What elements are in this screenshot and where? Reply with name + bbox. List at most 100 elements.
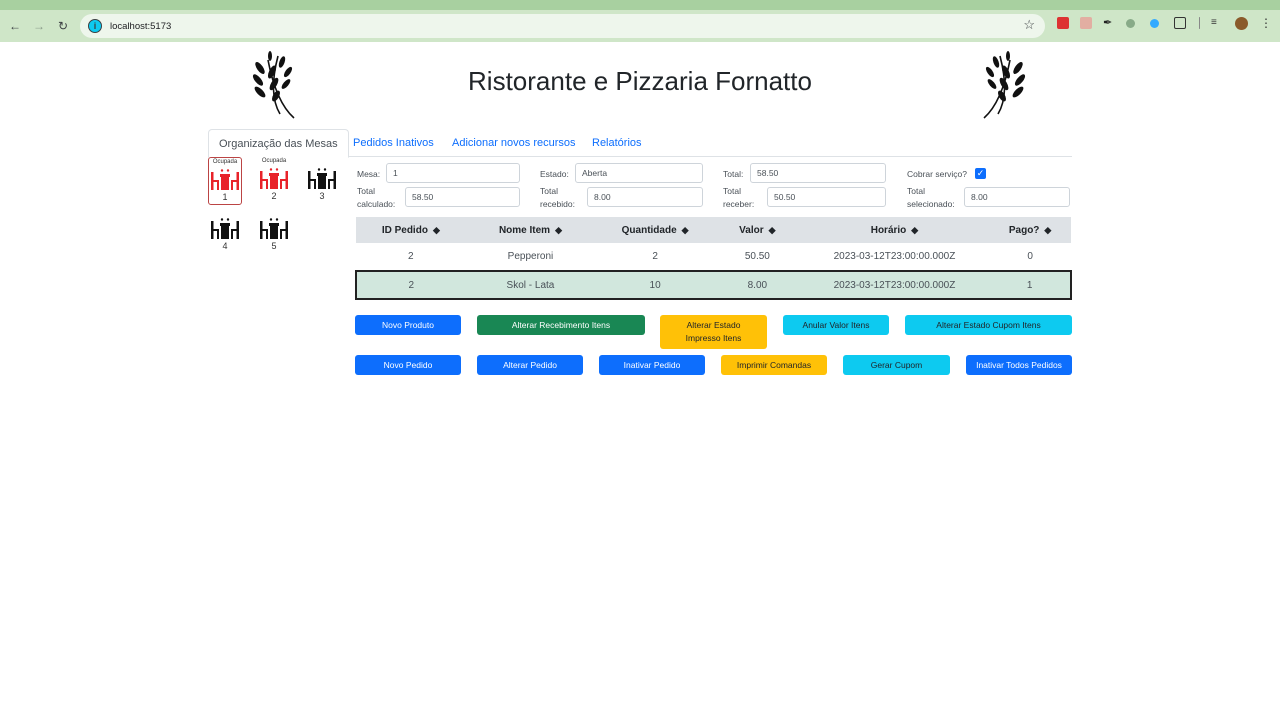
total-receber-field[interactable]: 50.50 bbox=[767, 187, 886, 207]
button-label: Alterar Estado bbox=[686, 320, 741, 330]
column-header-pago[interactable]: Pago? ◆ bbox=[989, 217, 1071, 243]
cell-nome: Skol - Lata bbox=[465, 270, 596, 300]
puzzle-icon[interactable] bbox=[1174, 17, 1186, 29]
mesa-status: Ocupada bbox=[212, 159, 238, 165]
novo-pedido-button[interactable]: Novo Pedido bbox=[355, 355, 461, 375]
table-row-selected[interactable]: 2 Skol - Lata 10 8.00 2023-03-12T23:00:0… bbox=[355, 270, 1072, 300]
mesa-status bbox=[257, 207, 291, 216]
gerar-cupom-button[interactable]: Gerar Cupom bbox=[843, 355, 950, 375]
wheat-icon bbox=[252, 51, 295, 119]
total-recebido-label: recebido: bbox=[540, 199, 575, 209]
mesa-table-4[interactable]: 4 bbox=[208, 207, 242, 255]
table-header-row: ID Pedido ◆ Nome Item ◆ Quantidade ◆ Valor ◆… bbox=[356, 217, 1071, 243]
pen-icon[interactable]: ✒ bbox=[1103, 17, 1115, 29]
total-recebido-label: Total bbox=[540, 186, 558, 196]
column-header-horario[interactable]: Horário ◆ bbox=[799, 217, 990, 243]
wheat-icon bbox=[983, 51, 1026, 119]
total-recebido-field[interactable]: 8.00 bbox=[587, 187, 703, 207]
site-info-icon[interactable]: i bbox=[88, 19, 102, 33]
sort-icon[interactable]: ◆ bbox=[555, 225, 562, 235]
pedidos-table: ID Pedido ◆ Nome Item ◆ Quantidade ◆ Valor ◆… bbox=[355, 217, 1072, 300]
mesa-field[interactable]: 1 bbox=[386, 163, 520, 183]
mesa-table-1[interactable]: Ocupada 1 bbox=[208, 157, 242, 205]
tab-pedidos-inativos[interactable]: Pedidos Inativos bbox=[343, 129, 444, 158]
estado-label: Estado: bbox=[540, 169, 569, 179]
cell-valor: 8.00 bbox=[714, 270, 800, 300]
cell-pago: 1 bbox=[989, 270, 1072, 300]
novo-produto-button[interactable]: Novo Produto bbox=[355, 315, 461, 335]
cell-id: 2 bbox=[355, 270, 466, 300]
total-calculado-label: Total bbox=[357, 186, 375, 196]
total-calculado-label: calculado: bbox=[357, 199, 396, 209]
browser-toolbar: ← → ↻ i localhost:5173 ☆ ✒ ≡ ⋮ bbox=[0, 10, 1280, 42]
cell-quantidade: 10 bbox=[595, 270, 715, 300]
mesa-status bbox=[208, 207, 242, 216]
tab-relatorios[interactable]: Relatórios bbox=[582, 129, 652, 158]
cell-nome: Pepperoni bbox=[465, 243, 596, 272]
column-header-quantidade[interactable]: Quantidade ◆ bbox=[595, 217, 715, 243]
mesa-number: 5 bbox=[271, 241, 277, 251]
total-receber-label: Total bbox=[723, 186, 741, 196]
dining-table-icon bbox=[260, 218, 288, 239]
cobrar-servico-checkbox[interactable]: ✓ bbox=[975, 168, 986, 179]
table-row[interactable]: 2 Pepperoni 2 50.50 2023-03-12T23:00:00.… bbox=[356, 243, 1071, 272]
total-label: Total: bbox=[723, 169, 744, 179]
dining-table-icon bbox=[211, 218, 239, 239]
url-text: localhost:5173 bbox=[110, 20, 172, 32]
mesa-label: Mesa: bbox=[357, 169, 381, 179]
cell-pago: 0 bbox=[989, 243, 1071, 272]
column-header-nome[interactable]: Nome Item ◆ bbox=[465, 217, 596, 243]
alterar-estado-cupom-button[interactable]: Alterar Estado Cupom Itens bbox=[905, 315, 1072, 335]
mesa-number: 1 bbox=[222, 192, 228, 202]
tab-organizacao-mesas[interactable]: Organização das Mesas bbox=[208, 129, 349, 158]
total-selecionado-label: Total bbox=[907, 186, 925, 196]
cell-id: 2 bbox=[356, 243, 466, 272]
dining-table-icon bbox=[211, 169, 239, 190]
extension-icon[interactable] bbox=[1126, 19, 1135, 28]
alterar-pedido-button[interactable]: Alterar Pedido bbox=[477, 355, 583, 375]
total-field[interactable]: 58.50 bbox=[750, 163, 886, 183]
kebab-menu-icon[interactable]: ⋮ bbox=[1260, 17, 1272, 29]
mesa-status: Ocupada bbox=[261, 158, 287, 164]
dining-table-icon bbox=[308, 168, 336, 189]
mesa-number: 3 bbox=[319, 191, 325, 201]
cell-quantidade: 2 bbox=[595, 243, 715, 272]
extension-icon[interactable] bbox=[1150, 19, 1159, 28]
mesa-table-5[interactable]: 5 bbox=[257, 207, 291, 255]
extension-icon[interactable] bbox=[1057, 17, 1069, 29]
cell-horario: 2023-03-12T23:00:00.000Z bbox=[799, 270, 990, 300]
estado-field[interactable]: Aberta bbox=[575, 163, 703, 183]
mesa-number: 4 bbox=[222, 241, 228, 251]
alterar-recebimento-button[interactable]: Alterar Recebimento Itens bbox=[477, 315, 645, 335]
mesa-status bbox=[305, 157, 339, 166]
sort-icon[interactable]: ◆ bbox=[911, 225, 918, 235]
reading-list-icon[interactable]: ≡ bbox=[1211, 17, 1223, 29]
inativar-todos-pedidos-button[interactable]: Inativar Todos Pedidos bbox=[966, 355, 1072, 375]
total-selecionado-field[interactable]: 8.00 bbox=[964, 187, 1070, 207]
sort-icon[interactable]: ◆ bbox=[682, 225, 689, 235]
address-bar[interactable]: i localhost:5173 ☆ bbox=[80, 14, 1045, 38]
sort-icon[interactable]: ◆ bbox=[433, 225, 440, 235]
mesa-table-3[interactable]: 3 bbox=[305, 157, 339, 205]
total-calculado-field[interactable]: 58.50 bbox=[405, 187, 520, 207]
imprimir-comandas-button[interactable]: Imprimir Comandas bbox=[721, 355, 827, 375]
arrow-left-icon[interactable]: ← bbox=[6, 17, 24, 35]
sort-icon[interactable]: ◆ bbox=[769, 225, 776, 235]
dining-table-icon bbox=[260, 168, 288, 189]
column-header-valor[interactable]: Valor ◆ bbox=[714, 217, 800, 243]
column-header-id[interactable]: ID Pedido ◆ bbox=[356, 217, 466, 243]
button-label: Impresso Itens bbox=[685, 333, 742, 343]
alterar-estado-impresso-button[interactable]: Alterar Estado Impresso Itens bbox=[660, 315, 767, 349]
mesa-number: 2 bbox=[271, 191, 277, 201]
anular-valor-button[interactable]: Anular Valor Itens bbox=[783, 315, 889, 335]
inativar-pedido-button[interactable]: Inativar Pedido bbox=[599, 355, 705, 375]
tab-adicionar-recursos[interactable]: Adicionar novos recursos bbox=[442, 129, 586, 158]
bookmark-star-icon[interactable]: ☆ bbox=[1023, 17, 1035, 33]
avatar[interactable] bbox=[1235, 17, 1248, 30]
extension-icon[interactable] bbox=[1080, 17, 1092, 29]
arrow-right-icon[interactable]: → bbox=[30, 17, 48, 35]
sort-icon[interactable]: ◆ bbox=[1044, 225, 1051, 235]
cobrar-servico-label: Cobrar serviço? bbox=[907, 169, 967, 179]
reload-icon[interactable]: ↻ bbox=[54, 17, 72, 35]
mesa-table-2[interactable]: Ocupada 2 bbox=[257, 157, 291, 205]
